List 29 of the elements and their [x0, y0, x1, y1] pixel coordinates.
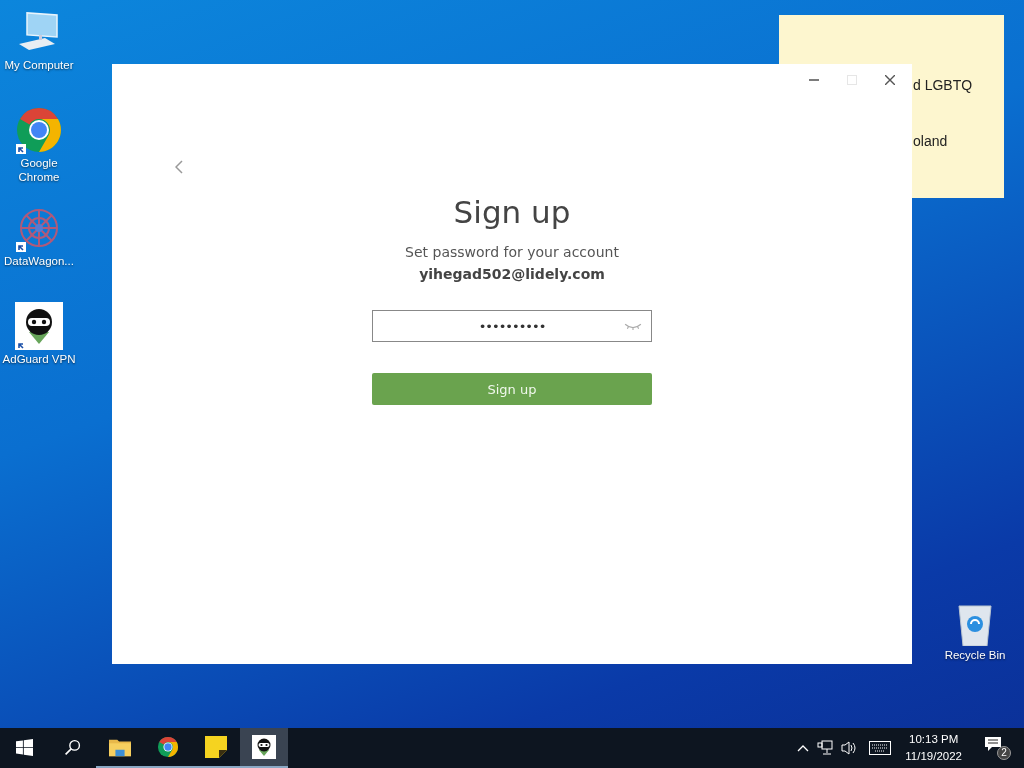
email-address: yihegad502@lidely.com [419, 265, 605, 284]
sticky-note[interactable]: d LGBTQ oland [912, 15, 1004, 198]
close-icon[interactable] [885, 75, 895, 85]
taskbar-button[interactable] [240, 728, 288, 768]
note-text: d LGBTQ [913, 77, 974, 95]
clock-time[interactable]: 10:13 PM [909, 731, 959, 748]
desktop-icon-label[interactable]: Recycle Bin [937, 648, 1013, 662]
chrome-icon[interactable] [157, 736, 179, 758]
speaker-icon[interactable] [841, 740, 858, 756]
windows-icon[interactable] [15, 738, 33, 756]
network-icon[interactable] [817, 740, 834, 756]
page-heading: Sign up [453, 193, 571, 232]
clock-date[interactable]: 11/19/2022 [905, 748, 962, 765]
sticky-note-icon[interactable] [205, 736, 227, 758]
notification-count-badge: 2 [997, 746, 1011, 760]
desktop-icon-label[interactable]: AdGuard VPN [1, 352, 77, 366]
chevron-up-icon[interactable] [797, 744, 810, 752]
desktop-icon-label[interactable]: Google Chrome [1, 156, 77, 184]
search-icon[interactable] [63, 738, 81, 756]
recycle-bin-icon[interactable] [955, 602, 995, 646]
ninja-icon[interactable] [15, 302, 63, 350]
instruction-text: Set password for your account [405, 243, 619, 262]
password-field[interactable]: •••••••••• [372, 310, 652, 342]
notifications-icon[interactable] [984, 736, 1002, 752]
desktop-icon-label[interactable]: DataWagon... [1, 254, 77, 268]
desktop-icon-label[interactable]: My Computer [1, 58, 77, 72]
note-text: oland [913, 133, 949, 151]
ninja-icon[interactable] [252, 735, 276, 759]
keyboard-icon[interactable] [869, 741, 892, 755]
